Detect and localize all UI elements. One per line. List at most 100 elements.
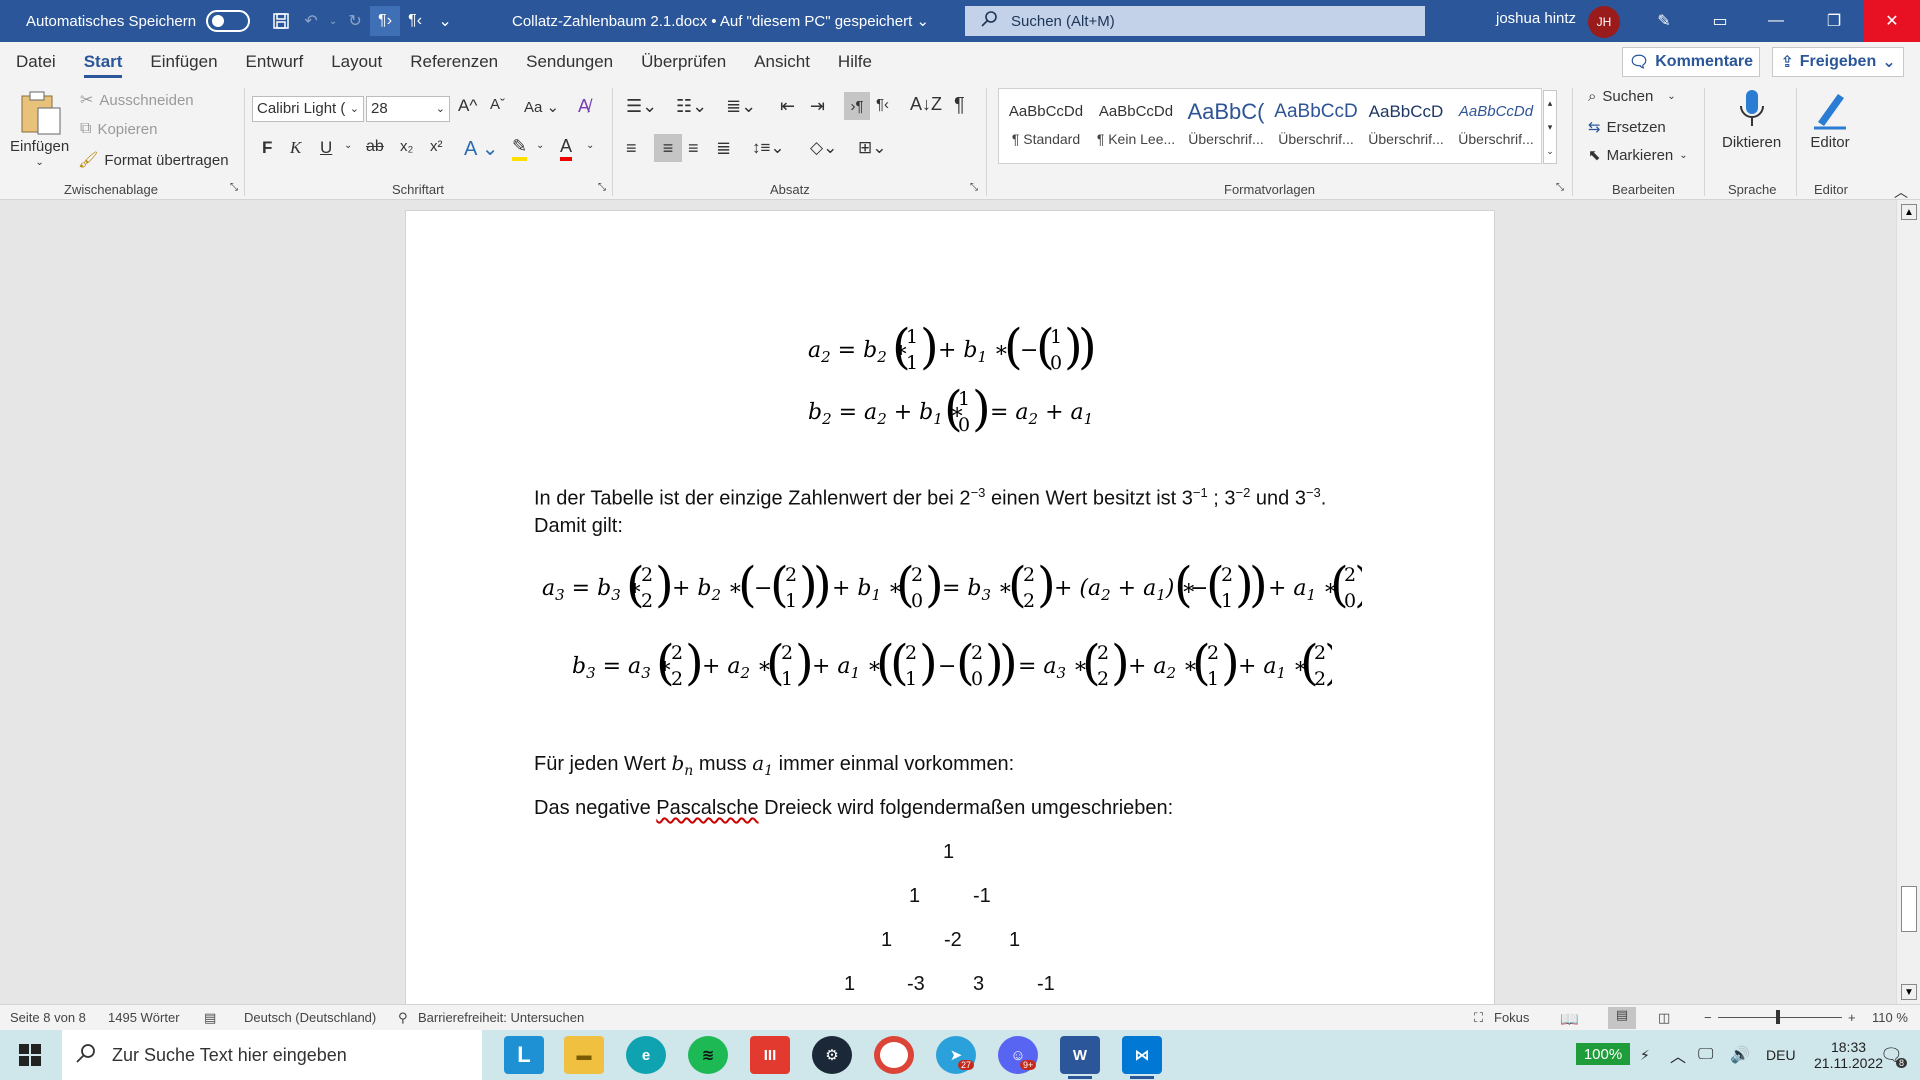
avatar[interactable]: JH: [1588, 6, 1620, 38]
office-app-icon[interactable]: III: [750, 1036, 790, 1074]
ltr-paragraph-icon[interactable]: ¶›: [370, 6, 401, 36]
font-color-icon[interactable]: A: [560, 136, 573, 161]
focus-button[interactable]: Fokus: [1494, 1010, 1529, 1025]
paste-button[interactable]: Einfügen ⌄: [10, 88, 69, 168]
collapse-ribbon-icon[interactable]: ︿: [1894, 182, 1908, 202]
bullets-icon[interactable]: ☰⌄: [626, 96, 657, 117]
save-icon[interactable]: [266, 6, 296, 36]
accessibility-icon[interactable]: ⚲: [398, 1010, 408, 1026]
vertical-scrollbar[interactable]: ▲ ▼: [1896, 200, 1920, 1004]
word-count[interactable]: 1495 Wörter: [108, 1010, 180, 1025]
format-painter-button[interactable]: 🖌 Format übertragen: [78, 150, 229, 170]
sort-icon[interactable]: A↓Z: [910, 94, 942, 115]
document-title[interactable]: Collatz-Zahlenbaum 2.1.docx • Auf "diese…: [512, 12, 929, 30]
replace-button[interactable]: ⇆ Ersetzen: [1588, 118, 1666, 137]
zoom-slider-thumb[interactable]: [1776, 1010, 1780, 1024]
read-mode-icon[interactable]: 📖: [1560, 1010, 1579, 1028]
bold-button[interactable]: F: [262, 138, 272, 158]
scroll-down-icon[interactable]: ▼: [1901, 984, 1917, 1000]
zoom-out-icon[interactable]: −: [1704, 1010, 1712, 1025]
find-button[interactable]: ⌕ Suchen ⌄: [1588, 88, 1676, 105]
zoom-slider[interactable]: [1718, 1017, 1842, 1018]
ribbon-display-icon[interactable]: ▭: [1692, 0, 1748, 42]
ltr-icon[interactable]: ›¶: [844, 92, 870, 120]
font-family-select[interactable]: Calibri Light (⌄: [252, 96, 364, 122]
language-status[interactable]: Deutsch (Deutschland): [244, 1010, 376, 1025]
style-heading-2[interactable]: AaBbCcD Überschrif...: [1271, 93, 1361, 161]
autosave-toggle[interactable]: [206, 10, 251, 32]
comments-button[interactable]: 🗨 Kommentare: [1622, 47, 1760, 77]
web-layout-icon[interactable]: ◫: [1658, 1010, 1670, 1026]
dialog-launcher-icon[interactable]: ⤡: [598, 182, 606, 193]
user-name[interactable]: joshua hintz: [1496, 10, 1576, 27]
chrome-icon[interactable]: [874, 1036, 914, 1074]
editor-button[interactable]: Editor: [1810, 88, 1850, 151]
tab-start[interactable]: Start: [70, 42, 137, 82]
chevron-down-icon[interactable]: ⌄: [344, 140, 352, 151]
undo-icon[interactable]: ↶: [296, 6, 326, 36]
network-icon[interactable]: 🖵: [1698, 1030, 1713, 1080]
power-icon[interactable]: ⚡: [1640, 1030, 1650, 1080]
change-case-icon[interactable]: Aa ⌄: [524, 98, 559, 116]
tab-hilfe[interactable]: Hilfe: [824, 42, 886, 82]
dialog-launcher-icon[interactable]: ⤡: [970, 182, 978, 193]
page-count[interactable]: Seite 8 von 8: [10, 1010, 86, 1025]
dictate-button[interactable]: Diktieren: [1722, 88, 1781, 151]
print-layout-icon[interactable]: ▤: [1608, 1007, 1636, 1029]
shrink-font-icon[interactable]: Aˇ: [490, 96, 505, 113]
customize-qat-icon[interactable]: ⌄: [430, 6, 460, 36]
increase-indent-icon[interactable]: ⇥: [810, 96, 825, 117]
windows-start-icon[interactable]: [0, 1030, 60, 1080]
strikethrough-button[interactable]: ab: [366, 138, 384, 156]
chevron-down-icon[interactable]: ⌄: [586, 140, 594, 151]
lexoffice-app-icon[interactable]: L: [504, 1036, 544, 1074]
tab-referenzen[interactable]: Referenzen: [396, 42, 512, 82]
focus-icon[interactable]: ⛶: [1474, 1010, 1483, 1026]
zoom-level[interactable]: 110 %: [1872, 1010, 1908, 1025]
multilevel-list-icon[interactable]: ≣⌄: [726, 96, 756, 117]
clock[interactable]: 18:33 21.11.2022: [1814, 1030, 1883, 1080]
scroll-up-icon[interactable]: ▲: [1901, 204, 1917, 220]
redo-icon[interactable]: ↻: [340, 6, 370, 36]
grow-font-icon[interactable]: A^: [458, 96, 477, 116]
edge-browser-icon[interactable]: e: [626, 1036, 666, 1074]
chevron-down-icon[interactable]: ⌄: [536, 140, 544, 151]
tab-entwurf[interactable]: Entwurf: [232, 42, 318, 82]
proofing-icon[interactable]: ▤: [204, 1010, 216, 1026]
justify-icon[interactable]: ≣: [716, 138, 731, 159]
show-formatting-icon[interactable]: ¶: [954, 94, 965, 117]
dialog-launcher-icon[interactable]: ⤡: [1556, 182, 1564, 193]
keyboard-language[interactable]: DEU: [1766, 1030, 1796, 1080]
tab-datei[interactable]: Datei: [2, 42, 70, 82]
scroll-thumb[interactable]: [1901, 886, 1917, 932]
tab-ueberpruefen[interactable]: Überprüfen: [627, 42, 740, 82]
dialog-launcher-icon[interactable]: ⤡: [230, 182, 238, 193]
copy-button[interactable]: ⧉ Kopieren: [80, 120, 157, 138]
align-left-icon[interactable]: ≡: [626, 138, 637, 159]
accessibility-status[interactable]: Barrierefreiheit: Untersuchen: [418, 1010, 584, 1025]
spotify-icon[interactable]: ≋: [688, 1036, 728, 1074]
zoom-in-icon[interactable]: +: [1848, 1010, 1856, 1025]
vscode-icon[interactable]: ⋈: [1122, 1036, 1162, 1079]
superscript-button[interactable]: x²: [430, 138, 443, 155]
undo-dropdown-icon[interactable]: ⌄: [326, 6, 340, 36]
borders-icon[interactable]: ⊞⌄: [858, 138, 887, 158]
subscript-button[interactable]: x₂: [400, 138, 413, 155]
clear-formatting-icon[interactable]: A̸: [578, 96, 590, 117]
notifications-icon[interactable]: 🗨: [1880, 1030, 1903, 1080]
rtl-paragraph-icon[interactable]: ¶‹: [400, 6, 430, 36]
style-no-spacing[interactable]: AaBbCcDd ¶ Kein Lee...: [1091, 93, 1181, 161]
share-button[interactable]: ⇪ Freigeben ⌄: [1772, 47, 1904, 77]
pen-icon[interactable]: ✎: [1636, 0, 1692, 42]
text-effects-icon[interactable]: A ⌄: [464, 136, 499, 161]
align-right-icon[interactable]: ≡: [688, 138, 699, 159]
document-page[interactable]: a2 = b2 ∗ ( 11 ) + b1 ∗ ( − ( 10 ) ) b2 …: [405, 210, 1495, 1004]
underline-button[interactable]: U: [320, 138, 332, 158]
show-hidden-icons-icon[interactable]: ︿: [1670, 1030, 1686, 1080]
align-center-icon[interactable]: ≡: [654, 134, 682, 162]
italic-button[interactable]: K: [290, 138, 301, 158]
shading-icon[interactable]: ◇⌄: [810, 138, 837, 158]
style-heading-1[interactable]: AaBbC(Überschrif...: [1181, 93, 1271, 161]
style-heading-3[interactable]: AaBbCcD Überschrif...: [1361, 93, 1451, 161]
battery-indicator[interactable]: 100%: [1576, 1043, 1630, 1065]
